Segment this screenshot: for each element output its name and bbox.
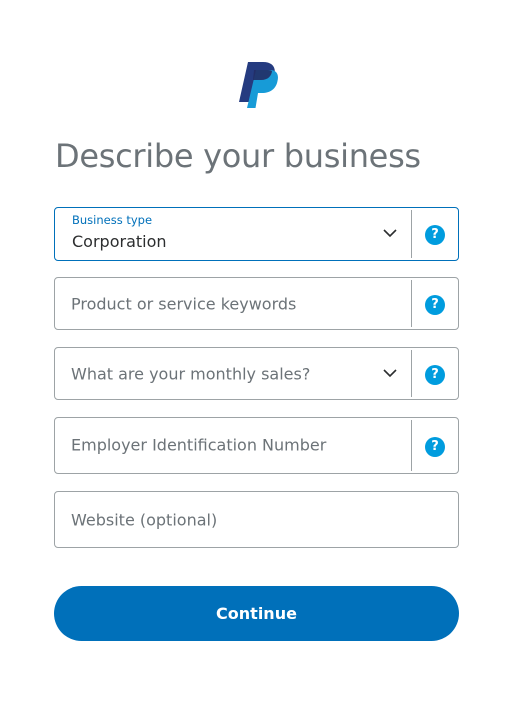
field-divider: [411, 210, 412, 258]
business-type-select[interactable]: Business type Corporation ?: [54, 207, 459, 261]
website-input[interactable]: Website (optional): [54, 491, 459, 548]
help-icon[interactable]: ?: [425, 364, 445, 385]
continue-button[interactable]: Continue: [54, 586, 459, 641]
help-icon[interactable]: ?: [425, 294, 445, 315]
chevron-down-icon: [383, 368, 397, 377]
keywords-placeholder: Product or service keywords: [71, 294, 297, 313]
field-divider: [411, 280, 412, 327]
help-icon[interactable]: ?: [425, 225, 445, 245]
field-divider: [411, 420, 412, 471]
monthly-sales-select[interactable]: What are your monthly sales? ?: [54, 347, 459, 400]
signup-page: Describe your business Business type Cor…: [0, 0, 509, 722]
chevron-down-icon: [383, 229, 397, 238]
keywords-input[interactable]: Product or service keywords ?: [54, 277, 459, 330]
monthly-sales-placeholder: What are your monthly sales?: [71, 364, 311, 383]
ein-input[interactable]: Employer Identification Number ?: [54, 417, 459, 474]
website-placeholder: Website (optional): [71, 510, 218, 529]
business-type-value: Corporation: [72, 232, 167, 251]
ein-placeholder: Employer Identification Number: [71, 435, 327, 455]
business-type-label: Business type: [72, 213, 153, 227]
help-icon[interactable]: ?: [425, 436, 445, 457]
field-divider: [411, 350, 412, 397]
paypal-logo-icon: [239, 62, 278, 108]
page-title: Describe your business: [55, 137, 421, 175]
